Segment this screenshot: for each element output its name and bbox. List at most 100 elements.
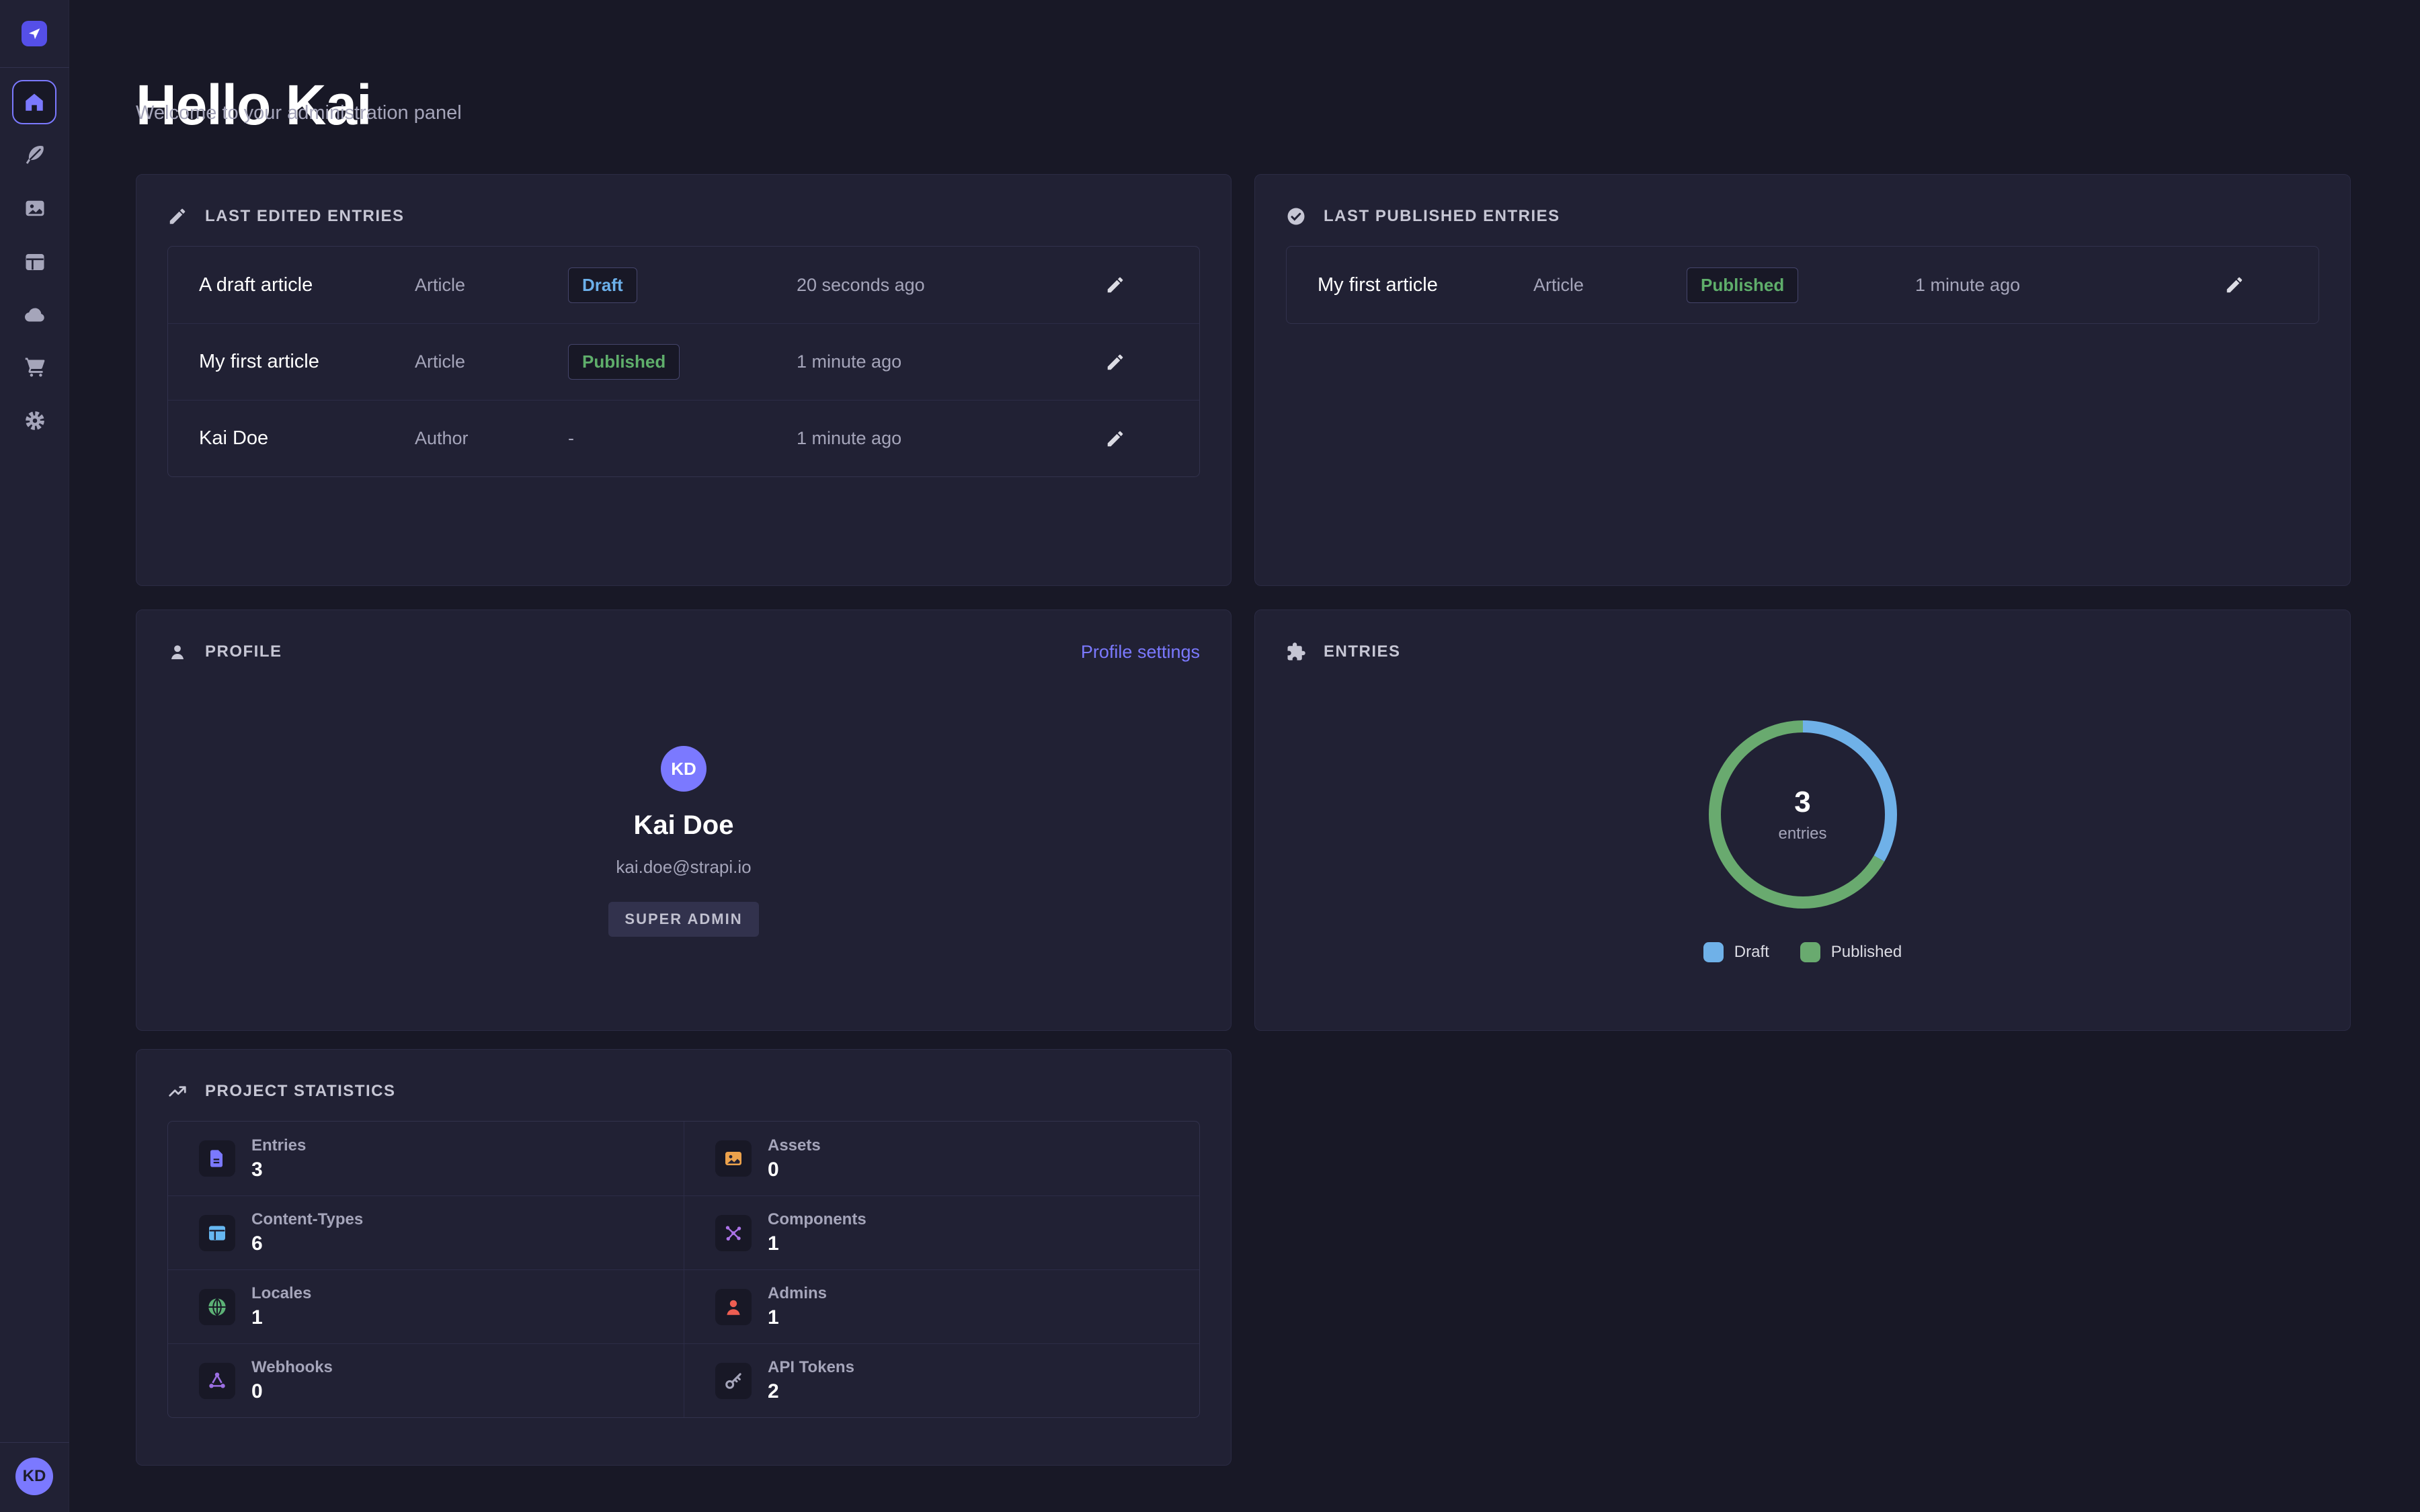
card-header: LAST EDITED ENTRIES [167,206,1200,227]
last-edited-entries-card: LAST EDITED ENTRIES A draft article Arti… [136,174,1232,586]
feather-icon [23,142,47,167]
webhook-icon [199,1363,235,1399]
stat-label: Content-Types [251,1210,363,1229]
globe-icon [199,1289,235,1325]
images-icon [23,196,47,220]
user-avatar[interactable]: KD [15,1458,53,1495]
check-circle-icon [1286,206,1306,226]
stat-value: 0 [251,1380,333,1403]
sidebar-item-content-type-builder[interactable] [0,250,69,274]
cart-icon [23,355,47,379]
stat-label: Admins [768,1284,827,1303]
strapi-logo-icon [26,26,42,42]
donut-center: 3 entries [1702,714,1904,915]
table-row[interactable]: My first article Article Published 1 min… [1287,247,2318,323]
entry-type: Article [415,351,568,372]
stat-value: 0 [768,1159,821,1181]
status-badge: Draft [568,267,637,303]
layout-icon [23,250,47,274]
table-row[interactable]: Kai Doe Author - 1 minute ago [168,400,1199,476]
images-icon [715,1140,752,1177]
stat-label: Entries [251,1136,306,1155]
sidebar-divider [0,67,69,68]
draft-swatch [1703,942,1724,962]
stat-value: 1 [251,1306,311,1329]
entry-type: Article [1533,275,1687,296]
last-edited-table: A draft article Article Draft 20 seconds… [167,246,1200,477]
stat-value: 1 [768,1306,827,1329]
stat-assets: Assets 0 [684,1122,1199,1195]
file-icon [199,1140,235,1177]
table-row[interactable]: My first article Article Published 1 min… [168,323,1199,400]
card-title: PROJECT STATISTICS [205,1082,395,1101]
published-swatch [1800,942,1820,962]
stat-label: Components [768,1210,866,1229]
table-row[interactable]: A draft article Article Draft 20 seconds… [168,247,1199,323]
stat-label: Assets [768,1136,821,1155]
stat-content-types: Content-Types 6 [168,1195,684,1269]
legend-label: Published [1831,943,1902,962]
entry-name: Kai Doe [199,427,415,450]
card-header: PROFILE Profile settings [167,641,1200,663]
stat-label: Webhooks [251,1358,333,1377]
profile-settings-link[interactable]: Profile settings [1081,642,1200,663]
pencil-icon [1105,352,1125,372]
profile-name: Kai Doe [634,810,734,841]
legend-label: Draft [1734,943,1769,962]
key-icon [715,1363,752,1399]
entries-donut-chart: 3 entries [1702,714,1904,915]
sidebar-item-content-manager[interactable] [0,142,69,167]
last-published-table: My first article Article Published 1 min… [1286,246,2319,324]
components-icon [715,1215,752,1251]
sidebar-item-home[interactable] [12,80,56,124]
entry-name: My first article [1318,274,1533,296]
stat-admins: Admins 1 [684,1269,1199,1343]
sidebar-item-settings[interactable] [0,409,69,433]
stat-webhooks: Webhooks 0 [168,1343,684,1417]
edit-button[interactable] [1062,275,1168,295]
user-icon [167,642,188,662]
entry-name: A draft article [199,274,415,296]
edit-button[interactable] [2181,275,2288,295]
card-title: LAST EDITED ENTRIES [205,207,405,226]
stat-components: Components1 [684,1195,1199,1269]
profile-card: PROFILE Profile settings KD Kai Doe kai.… [136,610,1232,1031]
card-title: ENTRIES [1324,642,1401,661]
pencil-icon [2224,275,2245,295]
stat-value: 6 [251,1232,363,1255]
profile-body: KD Kai Doe kai.doe@strapi.io SUPER ADMIN [167,663,1200,937]
stat-value: 3 [251,1159,306,1181]
entries-total: 3 [1794,786,1810,819]
legend-item-published: Published [1800,942,1902,962]
pencil-icon [1105,429,1125,449]
card-title: LAST PUBLISHED ENTRIES [1324,207,1560,226]
pencil-icon [167,206,188,226]
role-badge: SUPER ADMIN [608,902,758,937]
last-published-entries-card: LAST PUBLISHED ENTRIES My first article … [1254,174,2351,586]
stat-label: Locales [251,1284,311,1303]
sidebar-item-media-library[interactable] [0,196,69,220]
gear-icon [23,409,47,433]
avatar: KD [661,746,707,792]
page-subtitle: Welcome to your administration panel [136,102,462,124]
entry-name: My first article [199,351,415,373]
entry-time: 20 seconds ago [797,275,1062,296]
donut-legend: Draft Published [1286,942,2319,962]
stat-value: 2 [768,1380,854,1403]
entry-time: 1 minute ago [797,351,1062,372]
entries-unit: entries [1778,825,1826,843]
status-badge: Published [1687,267,1798,303]
sidebar-item-marketplace[interactable] [0,355,69,379]
user-icon [715,1289,752,1325]
entry-type: Article [415,275,568,296]
stats-grid: Entries 3 Assets 0 Content-Types 6 Componen… [167,1121,1200,1418]
sidebar-item-cloud[interactable] [0,302,69,327]
home-icon [23,91,46,114]
card-header: ENTRIES [1286,641,2319,663]
sidebar: KD [0,0,69,1512]
legend-item-draft: Draft [1703,942,1769,962]
sidebar-divider [0,1442,69,1443]
edit-button[interactable] [1062,429,1168,449]
edit-button[interactable] [1062,352,1168,372]
strapi-admin-homepage: KD Hello Kai Welcome to your administrat… [0,0,2420,1512]
